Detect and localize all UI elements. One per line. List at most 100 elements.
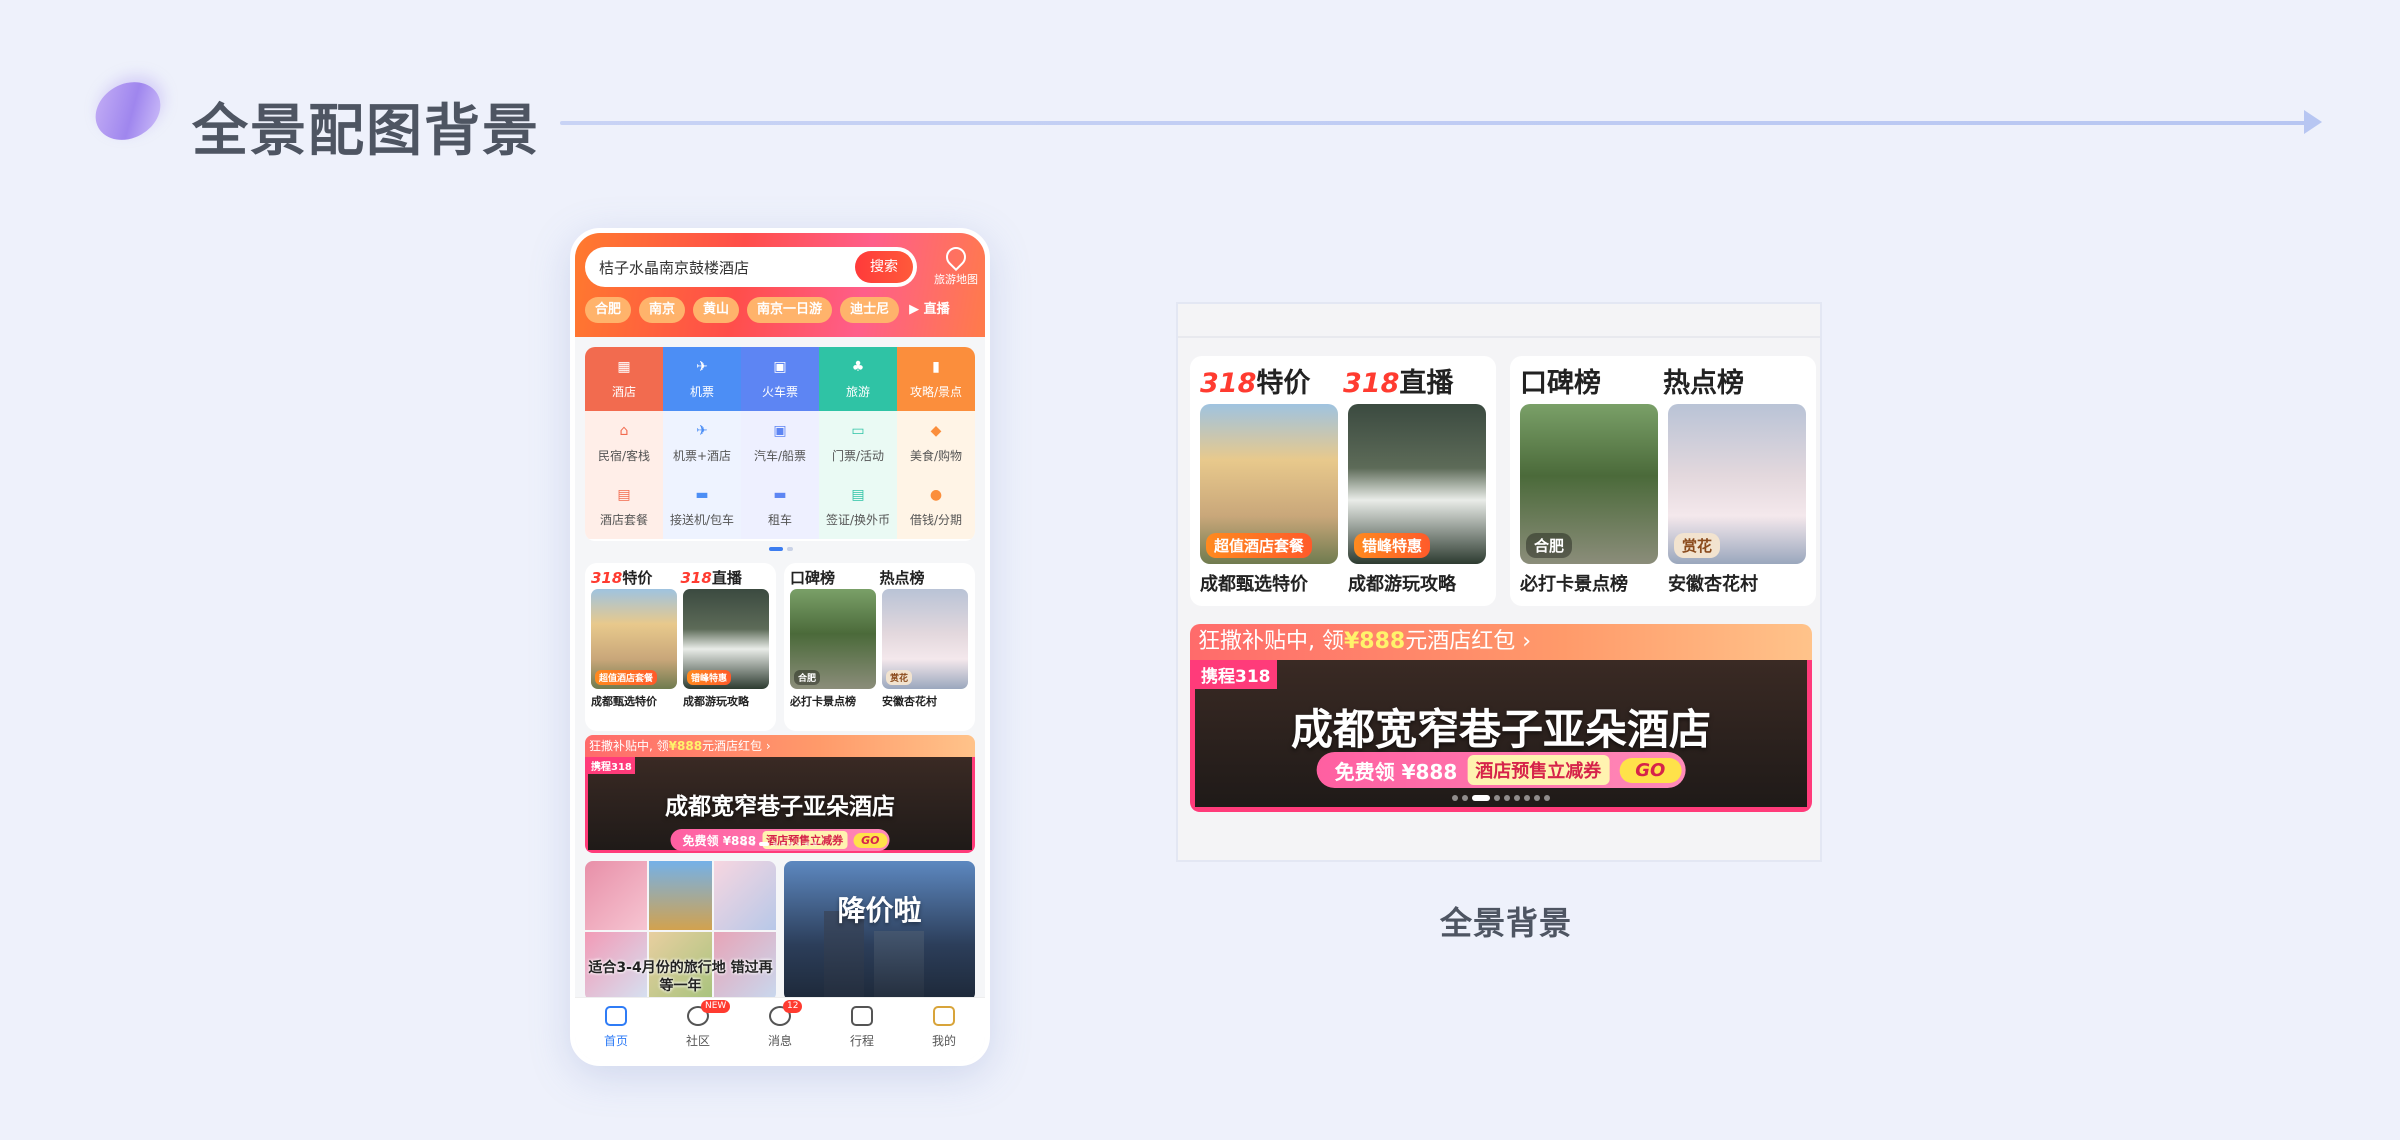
- plane-icon: ✈: [696, 359, 708, 375]
- service-transfer[interactable]: ▬ 接送机/包车: [663, 475, 741, 539]
- homestay-icon: ⌂: [619, 423, 629, 439]
- thumb-apricot-blossom[interactable]: 赏花: [882, 589, 968, 689]
- panorama-preview: 318特价 318直播 超值酒店套餐 错峰特惠 成都甄选特价 成都游玩攻略 口碑…: [1176, 302, 1822, 862]
- promo-head-hot: 热点榜: [879, 569, 925, 587]
- promo-cards: 318特价 318直播 超值酒店套餐 错峰特惠 成都甄选特价 成都游玩攻略 口碑…: [585, 563, 975, 731]
- thumb-chengdu-villa[interactable]: 超值酒店套餐: [1200, 404, 1338, 564]
- tab-community[interactable]: NEW 社区: [657, 998, 739, 1061]
- panorama-top-strip: [1178, 336, 1820, 338]
- service-train[interactable]: ▣ 火车票: [741, 347, 819, 411]
- ticket-icon: ▭: [851, 423, 865, 439]
- feed-card-price-drop[interactable]: 降价啦: [784, 861, 975, 1001]
- feed-caption: 适合3-4月份的旅行地 错过再等一年: [588, 960, 773, 994]
- promo-cards-enlarged: 318特价 318直播 超值酒店套餐 错峰特惠 成都甄选特价 成都游玩攻略 口碑…: [1190, 356, 1816, 606]
- service-hotel-package[interactable]: ▤ 酒店套餐: [585, 475, 663, 539]
- promo-head-special: 318特价: [1200, 368, 1311, 399]
- banner-subsidy-strip[interactable]: 狂撒补贴中, 领¥888元酒店红包 ›: [1190, 624, 1812, 660]
- banner-hotel-name: 成都宽窄巷子亚朵酒店: [1290, 705, 1711, 754]
- service-label: 酒店套餐: [599, 513, 648, 527]
- service-flight-hotel[interactable]: ✈ 机票+酒店: [663, 411, 741, 475]
- go-button[interactable]: GO: [853, 832, 888, 848]
- shopping-bag-icon: ◆: [930, 423, 942, 439]
- thumb-forest-steps[interactable]: 合肥: [790, 589, 876, 689]
- thumb-caption: 必打卡景点榜: [790, 695, 856, 708]
- bottom-tab-bar: 首页 NEW 社区 12 消息 行程 我的: [575, 997, 985, 1061]
- service-hotel[interactable]: ▦ 酒店: [585, 347, 663, 411]
- service-loan[interactable]: ● 借钱/分期: [897, 475, 975, 539]
- palm-tree-icon: ♣: [851, 359, 865, 375]
- banner-hotel-name: 成都宽窄巷子亚朵酒店: [665, 794, 895, 820]
- service-homestay[interactable]: ⌂ 民宿/客栈: [585, 411, 663, 475]
- tab-home[interactable]: 首页: [575, 998, 657, 1061]
- service-car-rental[interactable]: ▬ 租车: [741, 475, 819, 539]
- slide-header: 全景配图背景: [0, 0, 2400, 200]
- banner-pager: [743, 842, 817, 846]
- tab-profile[interactable]: 我的: [903, 998, 985, 1061]
- promo-card-rankings[interactable]: 口碑榜 热点榜 合肥 赏花 必打卡景点榜 安徽杏花村: [1510, 356, 1816, 606]
- travel-map-button[interactable]: 旅游地图: [925, 242, 985, 293]
- banner-coupon[interactable]: 免费领 ¥888 酒店预售立减券 GO: [670, 829, 890, 851]
- service-label: 借钱/分期: [909, 513, 963, 527]
- banner-subsidy-strip[interactable]: 狂撒补贴中, 领¥888元酒店红包 ›: [585, 735, 975, 757]
- promo-card-rankings[interactable]: 口碑榜 热点榜 合肥 赏花 必打卡景点榜 安徽杏花村: [784, 563, 975, 731]
- tab-label: 我的: [931, 1034, 956, 1048]
- service-label: 机票: [689, 385, 714, 399]
- banner-pager: [1452, 795, 1550, 801]
- service-ticket[interactable]: ▭ 门票/活动: [819, 411, 897, 475]
- search-button[interactable]: 搜索: [855, 251, 913, 283]
- guidebook-icon: ▮: [932, 359, 940, 375]
- service-bus[interactable]: ▣ 汽车/船票: [741, 411, 819, 475]
- hotel-banner-enlarged[interactable]: 狂撒补贴中, 领¥888元酒店红包 › 携程318 成都宽窄巷子亚朵酒店 免费领…: [1190, 624, 1812, 812]
- tab-itinerary[interactable]: 行程: [821, 998, 903, 1061]
- thumb-panda[interactable]: 错峰特惠: [1348, 404, 1486, 564]
- chip-destination[interactable]: 南京: [639, 297, 686, 323]
- service-grid: ▦ 酒店 ✈ 机票 ▣ 火车票 ♣ 旅游 ▮ 攻略/景点 ⌂ 民宿/客栈 ✈ 机票+酒店 ▣ 汽…: [585, 347, 975, 541]
- promo-card-deals[interactable]: 318特价 318直播 超值酒店套餐 错峰特惠 成都甄选特价 成都游玩攻略: [585, 563, 776, 731]
- arrow-right-icon: [2304, 110, 2322, 134]
- thumb-apricot-blossom[interactable]: 赏花: [1668, 404, 1806, 564]
- chip-destination[interactable]: 合肥: [585, 297, 632, 323]
- thumb-caption: 安徽杏花村: [882, 695, 937, 708]
- service-travel[interactable]: ♣ 旅游: [819, 347, 897, 411]
- thumb-tag: 赏花: [1674, 533, 1721, 558]
- chip-destination[interactable]: 黄山: [693, 297, 740, 323]
- feed-card-spring-travel[interactable]: 适合3-4月份的旅行地 错过再等一年: [585, 861, 776, 1001]
- service-guide[interactable]: ▮ 攻略/景点: [897, 347, 975, 411]
- flight-hotel-icon: ✈: [696, 423, 708, 439]
- thumb-panda[interactable]: 错峰特惠: [683, 589, 769, 689]
- service-label: 门票/活动: [831, 449, 885, 463]
- service-label: 签证/换外币: [825, 513, 891, 527]
- search-input[interactable]: 桔子水晶南京鼓楼酒店: [599, 257, 749, 278]
- service-food[interactable]: ◆ 美食/购物: [897, 411, 975, 475]
- thumb-caption: 成都游玩攻略: [1348, 574, 1456, 595]
- tab-messages[interactable]: 12 消息: [739, 998, 821, 1061]
- home-icon: [605, 1006, 627, 1026]
- banner-coupon[interactable]: 免费领 ¥888 酒店预售立减券 GO: [1316, 752, 1686, 788]
- hotel-banner[interactable]: 狂撒补贴中, 领¥888元酒店红包 › 携程318 成都宽窄巷子亚朵酒店 免费领…: [585, 735, 975, 853]
- chip-destination[interactable]: 南京一日游: [747, 297, 833, 323]
- promo-head-live: 318直播: [1343, 368, 1454, 399]
- service-row-secondary: ⌂ 民宿/客栈 ✈ 机票+酒店 ▣ 汽车/船票 ▭ 门票/活动 ◆ 美食/购物: [585, 411, 975, 475]
- service-flight[interactable]: ✈ 机票: [663, 347, 741, 411]
- map-pin-icon: [941, 242, 971, 272]
- service-label: 旅游: [845, 385, 870, 399]
- thumb-tag-location: 合肥: [794, 670, 821, 685]
- thumb-caption: 成都游玩攻略: [683, 695, 749, 708]
- thumb-chengdu-villa[interactable]: 超值酒店套餐: [591, 589, 677, 689]
- coupon-presale: 酒店预售立减券: [762, 831, 848, 849]
- thumb-tag: 超值酒店套餐: [1206, 533, 1313, 558]
- service-visa[interactable]: ▤ 签证/换外币: [819, 475, 897, 539]
- chip-live[interactable]: ▶ 直播: [907, 297, 952, 323]
- profile-icon: [933, 1006, 955, 1026]
- thumb-caption: 成都甄选特价: [1200, 574, 1308, 595]
- service-grid-pager: [769, 547, 793, 551]
- search-bar[interactable]: 桔子水晶南京鼓楼酒店 搜索: [585, 247, 917, 287]
- tab-label: 行程: [849, 1034, 874, 1048]
- promo-card-deals[interactable]: 318特价 318直播 超值酒店套餐 错峰特惠 成都甄选特价 成都游玩攻略: [1190, 356, 1496, 606]
- go-button[interactable]: GO: [1619, 757, 1682, 783]
- chip-destination[interactable]: 迪士尼: [840, 297, 900, 323]
- service-label: 美食/购物: [909, 449, 963, 463]
- promo-head-reputation: 口碑榜: [790, 569, 836, 587]
- thumb-forest-steps[interactable]: 合肥: [1520, 404, 1658, 564]
- service-row-primary: ▦ 酒店 ✈ 机票 ▣ 火车票 ♣ 旅游 ▮ 攻略/景点: [585, 347, 975, 411]
